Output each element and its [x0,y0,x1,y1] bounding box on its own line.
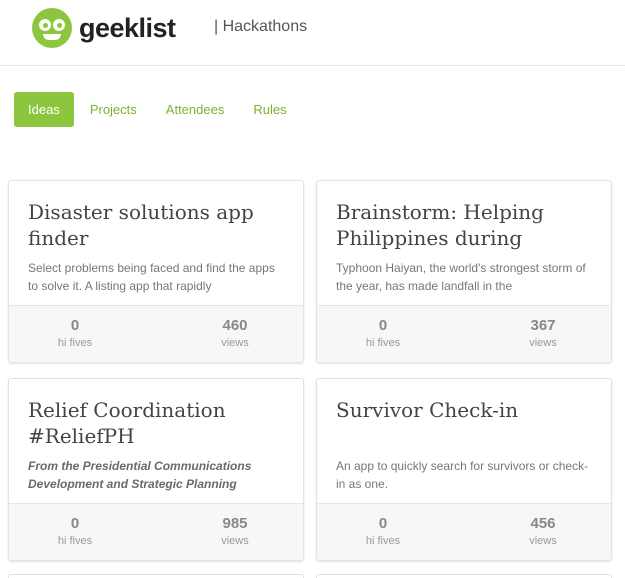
idea-stats: 0 hi fives 367 views [317,305,611,362]
views-label: views [529,535,557,547]
idea-stats: 0 hi fives 985 views [9,503,303,560]
geeklist-logo[interactable]: geeklist [32,8,176,48]
hi-fives-label: hi fives [365,337,401,349]
section-title: | Hackathons [214,18,308,35]
hi-fives-label: hi fives [365,535,401,547]
views-count: 460 [222,317,248,334]
logo-wordmark: geeklist [79,12,176,43]
idea-stats: 0 hi fives 460 views [9,305,303,362]
hi-fives-count: 0 [378,515,388,532]
tab-ideas[interactable]: Ideas [14,92,74,127]
idea-description: From the Presidential Communications Dev… [28,459,252,491]
idea-description: Select problems being faced and find the… [28,261,275,293]
idea-description: Typhoon Haiyan, the world's strongest st… [336,261,586,293]
idea-card[interactable]: Brainstorm: Helping Philippines during T… [316,180,612,363]
hi-fives-stat: 0 hi fives [323,515,443,547]
hi-fives-label: hi fives [57,535,93,547]
views-label: views [221,337,249,349]
idea-title[interactable]: Relief Coordination #ReliefPH [28,397,285,449]
tab-attendees[interactable]: Attendees [152,92,239,127]
idea-card[interactable]: Disaster solutions app finder Select pro… [8,180,304,363]
idea-card[interactable]: Survivor Check-in An app to quickly sear… [316,378,612,561]
geeklist-logo-icon [32,8,72,48]
idea-card-body: Relief Coordination #ReliefPH From the P… [9,379,303,505]
idea-card-body: Disaster solutions app finder Select pro… [9,181,303,307]
tab-rules[interactable]: Rules [239,92,300,127]
views-label: views [221,535,249,547]
hi-fives-stat: 0 hi fives [323,317,443,349]
views-stat: 367 views [483,317,603,349]
idea-card-body: Brainstorm: Helping Philippines during T… [317,181,611,307]
top-header: geeklist | Hackathons [0,0,625,66]
idea-title[interactable]: Survivor Check-in [336,397,593,449]
hi-fives-label: hi fives [57,337,93,349]
tab-projects[interactable]: Projects [76,92,151,127]
hi-fives-count: 0 [70,515,80,532]
hi-fives-stat: 0 hi fives [15,317,135,349]
idea-card-partial[interactable] [8,574,304,578]
hackathon-tabs: Ideas Projects Attendees Rules [14,92,301,127]
hi-fives-count: 0 [378,317,388,334]
idea-title[interactable]: Disaster solutions app finder [28,199,285,251]
idea-stats: 0 hi fives 456 views [317,503,611,560]
idea-card-partial[interactable] [316,574,612,578]
hi-fives-stat: 0 hi fives [15,515,135,547]
views-stat: 460 views [175,317,295,349]
hi-fives-count: 0 [70,317,80,334]
views-count: 985 [222,515,248,532]
views-count: 367 [530,317,556,334]
views-count: 456 [530,515,556,532]
idea-card[interactable]: Relief Coordination #ReliefPH From the P… [8,378,304,561]
idea-card-body: Survivor Check-in An app to quickly sear… [317,379,611,505]
views-stat: 985 views [175,515,295,547]
views-label: views [529,337,557,349]
views-stat: 456 views [483,515,603,547]
idea-description: An app to quickly search for survivors o… [336,459,589,491]
idea-title[interactable]: Brainstorm: Helping Philippines during [336,199,593,251]
